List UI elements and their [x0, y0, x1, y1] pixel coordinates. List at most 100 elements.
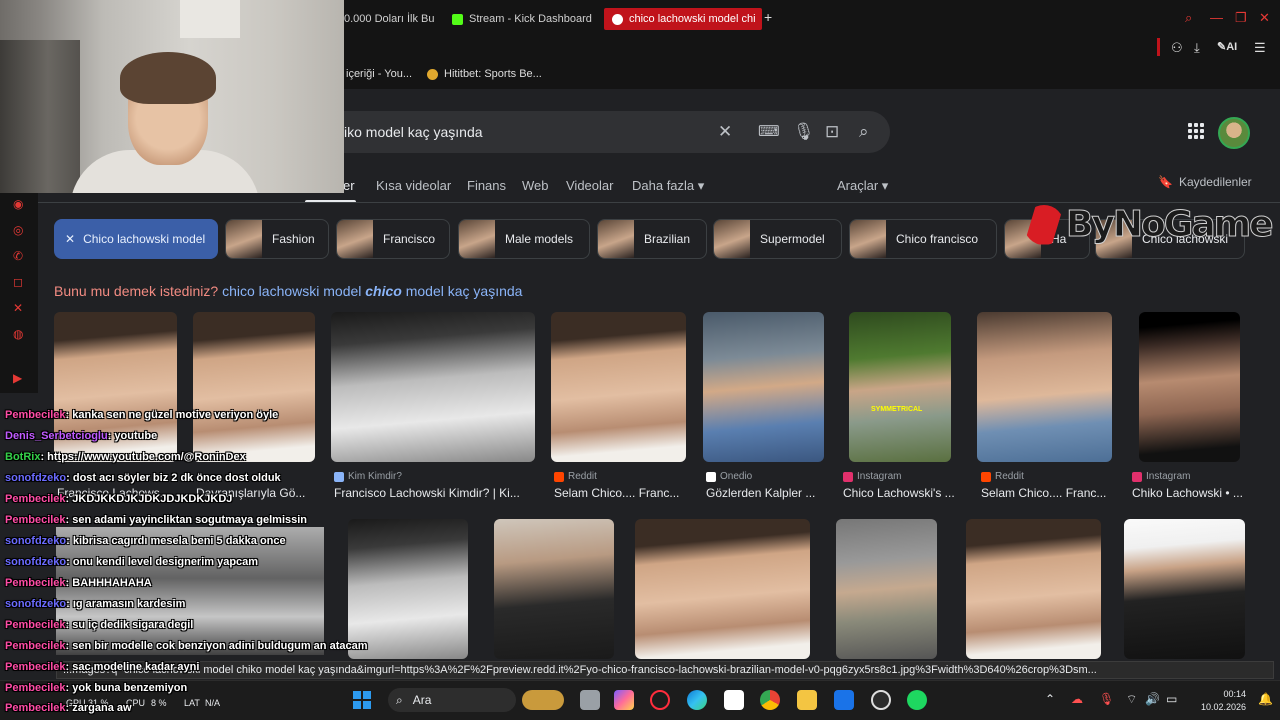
chip-label: Fashion	[272, 232, 315, 246]
chip-label: Francisco	[383, 232, 436, 246]
wifi-icon[interactable]: ⌔	[1126, 692, 1137, 707]
tab-kick-dashboard[interactable]: Stream - Kick Dashboard	[444, 8, 596, 30]
image-result[interactable]	[193, 312, 315, 462]
taskbar-search[interactable]: ⌕ Ara	[388, 688, 516, 712]
chip-thumbnail	[714, 220, 750, 258]
result-source: Reddit	[554, 471, 597, 482]
watermark-text: ByNoGame	[1066, 204, 1275, 246]
chip-brazilian[interactable]: Brazilian	[597, 219, 707, 259]
result-caption[interactable]: Chiko Lachowski • ...	[1132, 486, 1257, 500]
image-result[interactable]	[1124, 519, 1245, 659]
remove-chip-icon[interactable]: ✕	[65, 232, 75, 246]
did-you-mean-link[interactable]: chico lachowski model chico model kaç ya…	[222, 283, 522, 299]
opera-gx-icon[interactable]	[650, 690, 670, 710]
tab-finance[interactable]: Finans	[467, 178, 506, 193]
windows-start-icon[interactable]	[353, 691, 371, 709]
chip-thumbnail	[226, 220, 262, 258]
tab-short-videos[interactable]: Kısa videolar	[376, 178, 451, 193]
ai-button[interactable]: ✎AI	[1217, 40, 1237, 53]
bookmark-1-label: içeriği - You...	[346, 68, 413, 80]
result-caption[interactable]: Chico Lachowski's ...	[843, 486, 968, 500]
tab-google-search[interactable]: chico lachowski model chi ✕	[604, 8, 762, 30]
image-result[interactable]	[635, 519, 810, 659]
store-icon[interactable]	[724, 690, 744, 710]
reddit-icon	[981, 471, 991, 482]
chat-message: Pembecilek: sac modeline kadar ayni	[5, 661, 200, 673]
maximize-icon[interactable]: ❐	[1235, 10, 1247, 26]
battery-icon[interactable]: ▭	[1166, 692, 1177, 706]
chip-male-models[interactable]: Male models	[458, 219, 590, 259]
tab-images[interactable]: er	[343, 178, 355, 193]
image-result[interactable]: SYMMETRICAL	[849, 312, 951, 462]
copilot-icon[interactable]	[614, 690, 634, 710]
result-source: Instagram	[1132, 471, 1190, 482]
chip-thumbnail	[337, 220, 373, 258]
outlook-icon[interactable]	[834, 690, 854, 710]
result-caption[interactable]: Selam Chico.... Franc...	[554, 486, 689, 500]
image-result[interactable]	[977, 312, 1112, 462]
chat-message: sonofdzeko: dost acı söyler biz 2 dk önc…	[5, 472, 281, 484]
notification-icon[interactable]: 🔔	[1258, 692, 1273, 706]
result-caption[interactable]: Francisco Lachowski Kimdir? | Ki...	[334, 486, 534, 500]
google-apps-icon[interactable]	[1188, 123, 1204, 139]
search-input[interactable]: iko model kaç yaşında	[344, 124, 483, 140]
obs-icon[interactable]	[871, 690, 891, 710]
chip-francisco[interactable]: Francisco	[336, 219, 450, 259]
microphone-icon[interactable]: 🎙	[1099, 692, 1114, 706]
bookmark-youtube[interactable]: içeriği - You...	[346, 68, 412, 80]
search-highlight-icon[interactable]	[522, 690, 564, 710]
saved-label: Kaydedilenler	[1178, 175, 1252, 189]
result-caption[interactable]: Selam Chico.... Franc...	[981, 486, 1116, 500]
clear-icon[interactable]: ✕	[718, 122, 732, 142]
chip-chico-francisco[interactable]: Chico francisco	[849, 219, 997, 259]
search-tabs-icon[interactable]: ⌕	[1185, 10, 1192, 26]
close-window-icon[interactable]: ✕	[1259, 10, 1270, 26]
menu-icon[interactable]: ☰	[1254, 40, 1266, 56]
tab-videos[interactable]: Videolar	[566, 178, 613, 193]
account-avatar[interactable]	[1218, 117, 1250, 149]
edge-icon[interactable]	[687, 690, 707, 710]
tray-app-icon[interactable]: ☁	[1071, 692, 1083, 706]
task-view-icon[interactable]	[580, 690, 600, 710]
image-result[interactable]	[1139, 312, 1240, 462]
clock[interactable]: 00:14 10.02.2026	[1192, 688, 1246, 714]
profile-icon[interactable]: ⚇	[1171, 40, 1183, 56]
chip-fashion[interactable]: Fashion	[225, 219, 329, 259]
status-url: ...mages?q=chico lachowski model chiko m…	[56, 661, 1274, 679]
chip-supermodel[interactable]: Supermodel	[713, 219, 842, 259]
image-result[interactable]	[494, 519, 614, 659]
image-result[interactable]	[966, 519, 1101, 659]
image-result[interactable]	[703, 312, 824, 462]
chat-message: sonofdzeko: kibrisa cagırdı mesela beni …	[5, 535, 286, 547]
saved-button[interactable]: 🔖 Kaydedilenler	[1158, 175, 1252, 189]
spotify-icon[interactable]	[907, 690, 927, 710]
microphone-icon[interactable]: 🎙	[793, 122, 815, 142]
tab-more[interactable]: Daha fazla ▾	[632, 178, 704, 194]
new-tab-button[interactable]: +	[764, 9, 772, 25]
image-result[interactable]	[331, 312, 535, 462]
kimkimdir-icon	[334, 471, 344, 482]
chip-label: Chico francisco	[896, 232, 979, 246]
minimize-icon[interactable]: —	[1210, 10, 1223, 25]
google-icon	[612, 13, 623, 25]
file-explorer-icon[interactable]	[797, 690, 817, 710]
volume-icon[interactable]: 🔊	[1145, 692, 1160, 706]
bookmark-hititbet[interactable]: Hititbet: Sports Be...	[427, 68, 542, 80]
image-result[interactable]	[836, 519, 937, 659]
tab-1[interactable]: 0.000 Doları İlk Bu	[336, 8, 436, 30]
keyboard-icon[interactable]: ⌨	[758, 122, 780, 140]
bynogame-logo-icon	[1024, 204, 1064, 245]
did-you-mean-label: Bunu mu demek istediniz?	[54, 283, 219, 299]
image-result[interactable]	[551, 312, 686, 462]
lens-icon[interactable]: ⊡	[825, 122, 839, 142]
image-result[interactable]	[348, 519, 468, 659]
chrome-icon[interactable]	[760, 690, 780, 710]
chip-chico-lachowski-model[interactable]: ✕ Chico lachowski model	[54, 219, 218, 259]
result-caption[interactable]: Gözlerden Kalpler ...	[706, 486, 831, 500]
social-strip: ◉ ◎ ✆ ◻ ✕ ◍ ▶	[0, 193, 38, 393]
tools-button[interactable]: Araçlar ▾	[837, 178, 888, 194]
tray-chevron-icon[interactable]: ⌃	[1045, 692, 1055, 706]
tab-web[interactable]: Web	[522, 178, 549, 193]
search-icon[interactable]: ⌕	[859, 122, 869, 142]
download-icon[interactable]: ⤓	[1194, 40, 1200, 56]
